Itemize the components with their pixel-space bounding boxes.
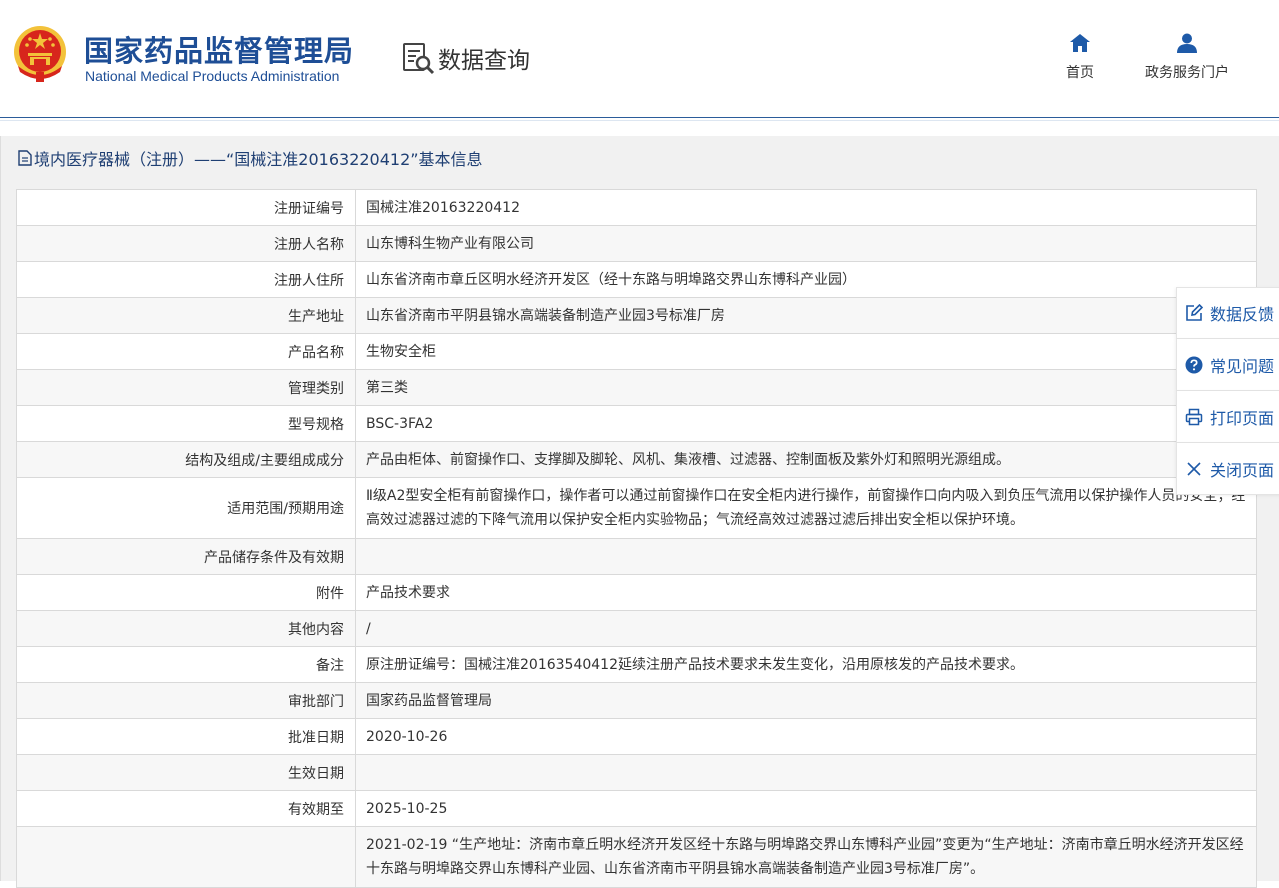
field-label: 附件 (16, 574, 356, 611)
field-label: 有效期至 (16, 790, 356, 827)
field-value: / (355, 610, 1257, 647)
table-row: 2021-02-19 “生产地址：济南市章丘明水经济开发区经十东路与明埠路交界山… (16, 826, 1257, 888)
floating-side-menu: 数据反馈 常见问题 打印页面 关闭页面 (1176, 287, 1279, 495)
field-value (355, 754, 1257, 791)
table-row: 结构及组成/主要组成成分 产品由柜体、前窗操作口、支撑脚及脚轮、风机、集液槽、过… (16, 441, 1257, 478)
table-row: 注册人名称 山东博科生物产业有限公司 (16, 225, 1257, 262)
field-value: 国家药品监督管理局 (355, 682, 1257, 719)
panel-title-text: 境内医疗器械（注册）——“国械注准20163220412”基本信息 (34, 150, 483, 169)
data-query-heading: 数据查询 (402, 40, 530, 76)
field-label: 型号规格 (16, 405, 356, 442)
nav-home-label: 首页 (1066, 65, 1094, 81)
edit-icon (1186, 304, 1203, 321)
field-label: 产品储存条件及有效期 (16, 538, 356, 575)
field-label: 审批部门 (16, 682, 356, 719)
org-name-en: National Medical Products Administration (85, 68, 340, 84)
site-header: 国家药品监督管理局 National Medical Products Admi… (0, 0, 1279, 118)
table-row: 有效期至 2025-10-25 (16, 790, 1257, 827)
field-label: 结构及组成/主要组成成分 (16, 441, 356, 478)
table-row: 批准日期 2020-10-26 (16, 718, 1257, 755)
faq-label: 常见问题 (1210, 356, 1275, 376)
table-row: 管理类别 第三类 (16, 369, 1257, 406)
table-row: 适用范围/预期用途 Ⅱ级A2型安全柜有前窗操作口，操作者可以通过前窗操作口在安全… (16, 477, 1257, 539)
panel-title: 境内医疗器械（注册）——“国械注准20163220412”基本信息 (18, 147, 483, 169)
field-label: 备注 (16, 646, 356, 683)
field-value: 国械注准20163220412 (355, 189, 1257, 226)
field-value (355, 538, 1257, 575)
field-value: Ⅱ级A2型安全柜有前窗操作口，操作者可以通过前窗操作口在安全柜内进行操作，前窗操… (355, 477, 1257, 539)
national-emblem-icon (14, 26, 66, 82)
data-feedback-label: 数据反馈 (1210, 305, 1275, 324)
field-value: 2021-02-19 “生产地址：济南市章丘明水经济开发区经十东路与明埠路交界山… (355, 826, 1257, 888)
field-value: 产品技术要求 (355, 574, 1257, 611)
document-search-icon (403, 43, 435, 75)
field-value: 第三类 (355, 369, 1257, 406)
field-label (16, 826, 356, 888)
close-icon (1187, 461, 1201, 476)
table-row: 审批部门 国家药品监督管理局 (16, 682, 1257, 719)
close-page-button[interactable]: 关闭页面 (1176, 443, 1279, 495)
field-label: 管理类别 (16, 369, 356, 406)
field-label: 生产地址 (16, 297, 356, 334)
field-value: BSC-3FA2 (355, 405, 1257, 442)
header-divider (0, 120, 1279, 121)
detail-table: 注册证编号 国械注准20163220412 注册人名称 山东博科生物产业有限公司… (16, 189, 1257, 888)
field-label: 产品名称 (16, 333, 356, 370)
table-row: 生产地址 山东省济南市平阴县锦水高端装备制造产业园3号标准厂房 (16, 297, 1257, 334)
field-label: 注册人名称 (16, 225, 356, 262)
home-icon (1070, 34, 1090, 52)
data-query-label: 数据查询 (438, 48, 530, 74)
nav-service-portal-label: 政务服务门户 (1145, 65, 1229, 81)
table-row: 其他内容 / (16, 610, 1257, 647)
faq-button[interactable]: 常见问题 (1176, 339, 1279, 391)
table-row: 生效日期 (16, 754, 1257, 791)
data-feedback-button[interactable]: 数据反馈 (1176, 287, 1279, 339)
field-value: 山东省济南市章丘区明水经济开发区（经十东路与明埠路交界山东博科产业园） (355, 261, 1257, 298)
field-label: 生效日期 (16, 754, 356, 791)
print-page-button[interactable]: 打印页面 (1176, 391, 1279, 443)
field-value: 山东省济南市平阴县锦水高端装备制造产业园3号标准厂房 (355, 297, 1257, 334)
document-icon (18, 150, 32, 166)
table-row: 附件 产品技术要求 (16, 574, 1257, 611)
nav-service-portal-link[interactable]: 政务服务门户 (1138, 32, 1236, 82)
close-page-label: 关闭页面 (1210, 460, 1275, 480)
table-row: 产品储存条件及有效期 (16, 538, 1257, 575)
print-page-label: 打印页面 (1210, 408, 1275, 428)
field-value: 2025-10-25 (355, 790, 1257, 827)
user-icon (1177, 33, 1197, 53)
table-row: 注册证编号 国械注准20163220412 (16, 189, 1257, 226)
field-label: 注册证编号 (16, 189, 356, 226)
field-value: 山东博科生物产业有限公司 (355, 225, 1257, 262)
org-name-cn: 国家药品监督管理局 (84, 34, 355, 68)
table-row: 注册人住所 山东省济南市章丘区明水经济开发区（经十东路与明埠路交界山东博科产业园… (16, 261, 1257, 298)
field-label: 适用范围/预期用途 (16, 477, 356, 539)
field-label: 其他内容 (16, 610, 356, 647)
field-value: 2020-10-26 (355, 718, 1257, 755)
table-row: 备注 原注册证编号：国械注准20163540412延续注册产品技术要求未发生变化… (16, 646, 1257, 683)
field-label: 注册人住所 (16, 261, 356, 298)
nav-home-link[interactable]: 首页 (1060, 32, 1100, 82)
field-label: 批准日期 (16, 718, 356, 755)
printer-icon (1185, 408, 1203, 425)
table-row: 型号规格 BSC-3FA2 (16, 405, 1257, 442)
table-row: 产品名称 生物安全柜 (16, 333, 1257, 370)
field-value: 产品由柜体、前窗操作口、支撑脚及脚轮、风机、集液槽、过滤器、控制面板及紫外灯和照… (355, 441, 1257, 478)
field-value: 原注册证编号：国械注准20163540412延续注册产品技术要求未发生变化，沿用… (355, 646, 1257, 683)
field-value: 生物安全柜 (355, 333, 1257, 370)
question-icon (1185, 356, 1203, 373)
